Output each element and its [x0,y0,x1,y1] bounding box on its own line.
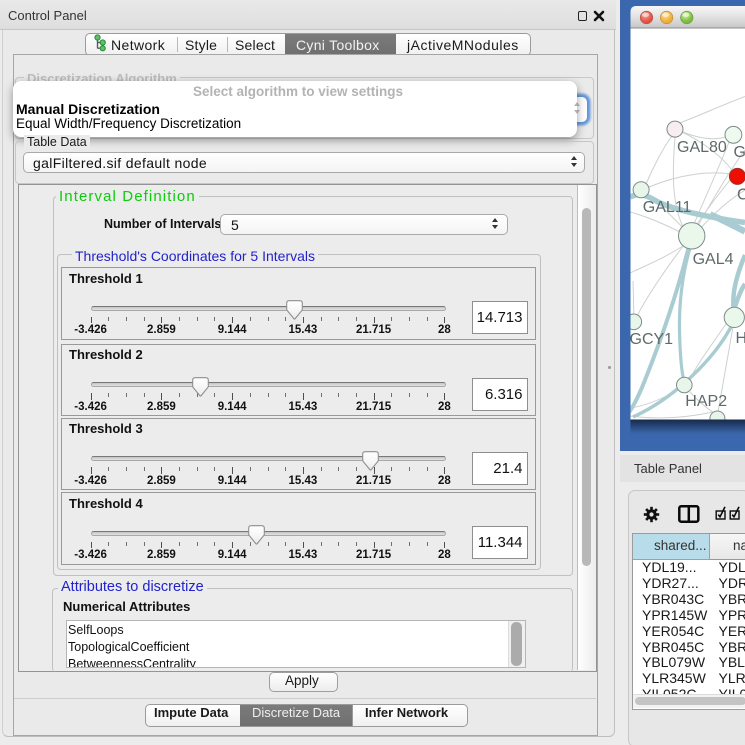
svg-text:HAP2: HAP2 [685,393,727,410]
svg-text:GAL4: GAL4 [693,251,734,268]
svg-text:GAL80: GAL80 [677,139,727,156]
svg-text:GCY1: GCY1 [630,331,674,348]
svg-text:GAL11: GAL11 [643,199,692,216]
svg-text:GA: GA [734,144,745,161]
svg-text:CY: CY [737,187,745,204]
svg-text:HA: HA [736,330,745,347]
